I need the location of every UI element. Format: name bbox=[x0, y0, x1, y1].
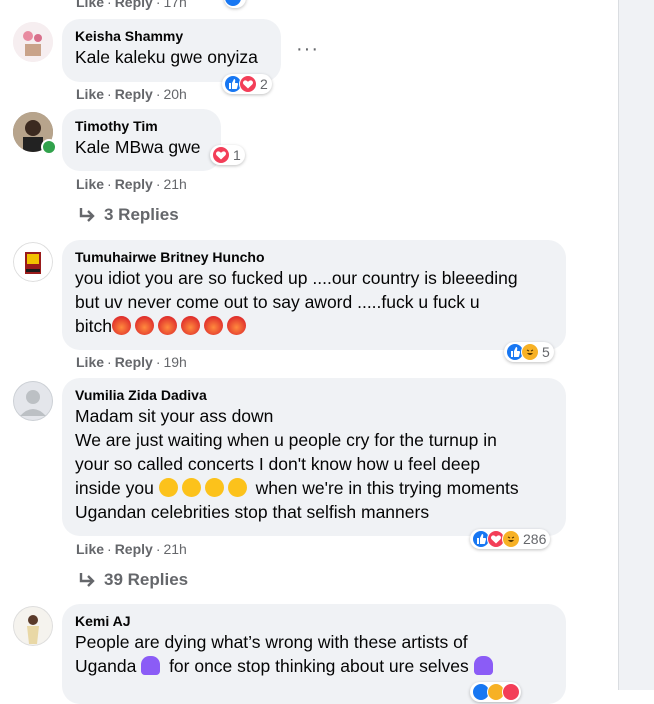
comment-text: Kale kaleku gwe onyiza bbox=[75, 47, 258, 67]
avatar[interactable] bbox=[13, 606, 53, 646]
reaction-summary-top[interactable] bbox=[224, 0, 246, 8]
reply-arrow-icon bbox=[79, 573, 95, 587]
sobbing-face-icon bbox=[227, 478, 247, 497]
comment-text-line: Madam sit your ass down bbox=[75, 406, 274, 426]
replies-label[interactable]: 3 Replies bbox=[104, 205, 179, 225]
more-options-icon[interactable]: ··· bbox=[296, 38, 319, 61]
comment-bubble: Keisha Shammy Kale kaleku gwe onyiza bbox=[62, 19, 281, 82]
commenter-name[interactable]: Keisha Shammy bbox=[75, 27, 269, 45]
comment-text-line: inside you when we're in this trying mom… bbox=[75, 478, 519, 498]
haha-reaction-icon bbox=[521, 343, 539, 361]
comment-text-line: Uganda for once stop thinking about ure … bbox=[75, 654, 554, 678]
avatar[interactable] bbox=[13, 22, 53, 62]
comment-text-line: but uv never come out to say aword .....… bbox=[75, 292, 480, 312]
comment-actions-top: Like · Reply · 17h bbox=[76, 0, 187, 10]
reply-link[interactable]: Reply bbox=[115, 86, 153, 102]
reaction-count: 5 bbox=[542, 344, 550, 360]
reaction-count: 286 bbox=[523, 531, 547, 547]
commenter-name[interactable]: Vumilia Zida Dadiva bbox=[75, 386, 554, 404]
love-reaction-icon bbox=[502, 683, 520, 701]
reply-arrow-icon bbox=[79, 208, 95, 222]
worried-face-icon bbox=[204, 478, 224, 497]
avatar[interactable] bbox=[13, 242, 53, 282]
woman-emoji-icon bbox=[473, 656, 493, 675]
like-link[interactable]: Like bbox=[76, 86, 104, 102]
reply-link[interactable]: Reply bbox=[115, 354, 153, 370]
comment-bubble: Timothy Tim Kale MBwa gwe bbox=[62, 109, 221, 171]
replies-label[interactable]: 39 Replies bbox=[104, 570, 188, 590]
love-reaction-icon bbox=[239, 75, 257, 93]
comment-text-line: your so called concerts I don't know how… bbox=[75, 454, 481, 474]
right-sidebar bbox=[618, 0, 654, 690]
pensive-face-icon bbox=[181, 478, 201, 497]
haha-reaction-icon bbox=[502, 530, 520, 548]
angry-face-icon bbox=[203, 316, 223, 335]
reaction-summary[interactable]: 286 bbox=[470, 529, 551, 549]
commenter-name[interactable]: Tumuhairwe Britney Huncho bbox=[75, 248, 554, 266]
online-status-indicator bbox=[41, 139, 57, 155]
like-link[interactable]: Like bbox=[76, 0, 104, 10]
commenter-name[interactable]: Timothy Tim bbox=[75, 117, 209, 135]
timestamp[interactable]: 21h bbox=[163, 176, 186, 192]
angry-face-icon bbox=[134, 316, 154, 335]
reaction-summary[interactable]: 2 bbox=[222, 74, 272, 94]
like-reaction-icon bbox=[224, 0, 242, 7]
love-reaction-icon bbox=[212, 146, 230, 164]
comment-text-line: We are just waiting when u people cry fo… bbox=[75, 430, 497, 450]
angry-face-icon bbox=[111, 316, 131, 335]
like-link[interactable]: Like bbox=[76, 176, 104, 192]
pensive-face-icon bbox=[158, 478, 178, 497]
reply-link[interactable]: Reply bbox=[115, 176, 153, 192]
comment-text-line: People are dying what’s wrong with these… bbox=[75, 632, 468, 652]
comment-text: Kale MBwa gwe bbox=[75, 137, 201, 157]
angry-face-icon bbox=[157, 316, 177, 335]
like-link[interactable]: Like bbox=[76, 541, 104, 557]
reaction-summary[interactable]: 5 bbox=[504, 342, 554, 362]
reply-link[interactable]: Reply bbox=[115, 0, 153, 10]
view-replies-link[interactable]: 39 Replies bbox=[78, 570, 188, 590]
like-link[interactable]: Like bbox=[76, 354, 104, 370]
angry-face-icon bbox=[180, 316, 200, 335]
commenter-name[interactable]: Kemi AJ bbox=[75, 612, 554, 630]
comment-bubble: Tumuhairwe Britney Huncho you idiot you … bbox=[62, 240, 566, 350]
reaction-summary[interactable] bbox=[470, 682, 521, 702]
reply-link[interactable]: Reply bbox=[115, 541, 153, 557]
view-replies-link[interactable]: 3 Replies bbox=[78, 205, 179, 225]
comment-actions: Like · Reply · 21h bbox=[76, 541, 187, 557]
timestamp[interactable]: 19h bbox=[163, 354, 186, 370]
comment-text-line: Ugandan celebrities stop that selfish ma… bbox=[75, 502, 430, 522]
reaction-summary[interactable]: 1 bbox=[210, 145, 245, 165]
reaction-count: 1 bbox=[233, 147, 241, 163]
timestamp[interactable]: 17h bbox=[163, 0, 186, 10]
timestamp[interactable]: 20h bbox=[163, 86, 186, 102]
timestamp[interactable]: 21h bbox=[163, 541, 186, 557]
reaction-count: 2 bbox=[260, 76, 268, 92]
woman-emoji-icon bbox=[141, 656, 161, 675]
angry-face-icon bbox=[226, 316, 246, 335]
comment-actions: Like · Reply · 19h bbox=[76, 354, 187, 370]
comment-bubble: Vumilia Zida Dadiva Madam sit your ass d… bbox=[62, 378, 566, 536]
comment-actions: Like · Reply · 20h bbox=[76, 86, 187, 102]
comment-text-line: bitch bbox=[75, 314, 554, 338]
comment-actions: Like · Reply · 21h bbox=[76, 176, 187, 192]
comment-text-line: you idiot you are so fucked up ....our c… bbox=[75, 268, 518, 288]
avatar[interactable] bbox=[13, 381, 53, 421]
